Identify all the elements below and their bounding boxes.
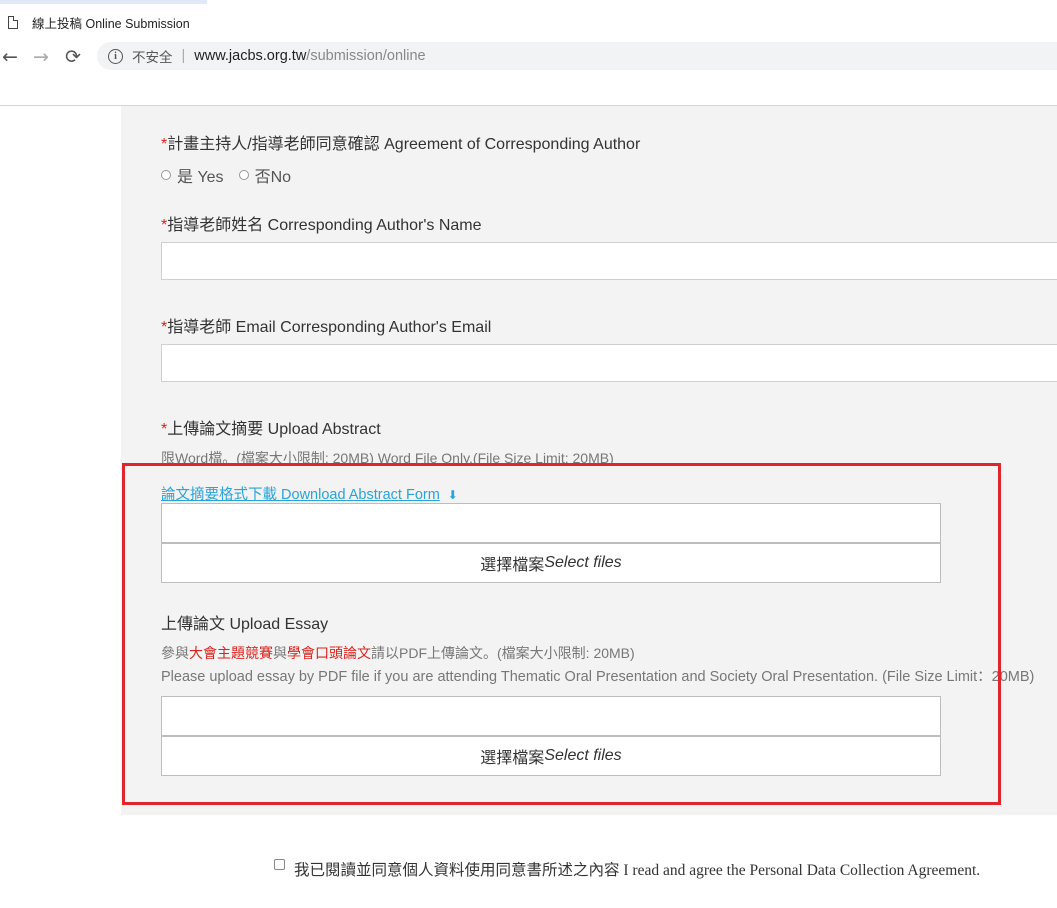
consent-row: 我已閱讀並同意個人資料使用同意書所述之內容 I read and agree t… <box>274 858 980 880</box>
radio-no-label: 否No <box>254 169 292 186</box>
url-path: /submission/online <box>306 48 426 64</box>
tab-title: 線上投稿 Online Submission <box>32 16 190 31</box>
consent-checkbox[interactable] <box>274 858 285 870</box>
radio-no[interactable]: 否No <box>238 163 292 187</box>
address-bar: ← → ⟳ i 不安全 | www.jacbs.org.tw/submissio… <box>0 42 1057 72</box>
author-email-label-text: 指導老師 Email Corresponding Author's Email <box>167 319 492 336</box>
document-icon <box>8 15 18 29</box>
url-separator: | <box>181 48 186 64</box>
back-icon[interactable]: ← <box>0 44 23 70</box>
author-email-label: *指導老師 Email Corresponding Author's Email <box>161 313 491 337</box>
security-label: 不安全 <box>132 50 173 65</box>
abstract-label: *上傳論文摘要 Upload Abstract <box>161 415 381 439</box>
radio-circle[interactable] <box>161 170 171 180</box>
agreement-radio-group: 是 Yes 否No <box>161 163 306 187</box>
tab-accent <box>0 0 207 4</box>
radio-yes[interactable]: 是 Yes <box>161 163 224 187</box>
consent-label: 我已閱讀並同意個人資料使用同意書所述之內容 I read and agree t… <box>294 862 981 879</box>
author-name-label-text: 指導老師姓名 Corresponding Author's Name <box>167 217 482 234</box>
radio-yes-label: 是 Yes <box>177 169 224 186</box>
abstract-label-text: 上傳論文摘要 Upload Abstract <box>167 421 381 438</box>
agreement-label: *計畫主持人/指導老師同意確認 Agreement of Correspondi… <box>161 130 640 154</box>
highlight-box <box>122 463 1001 805</box>
url-omnibox[interactable]: i 不安全 | www.jacbs.org.tw/submission/onli… <box>97 42 1057 70</box>
forward-icon[interactable]: → <box>28 44 54 70</box>
author-name-label: *指導老師姓名 Corresponding Author's Name <box>161 211 482 235</box>
browser-tab-bar: 線上投稿 Online Submission <box>0 0 1057 42</box>
browser-tab[interactable]: 線上投稿 Online Submission <box>8 12 190 32</box>
agreement-label-text: 計畫主持人/指導老師同意確認 Agreement of Correspondin… <box>167 136 641 153</box>
author-name-input[interactable] <box>161 242 1057 280</box>
url-host: www.jacbs.org.tw <box>194 48 307 64</box>
author-email-input[interactable] <box>161 344 1057 382</box>
info-icon[interactable]: i <box>108 48 123 64</box>
radio-circle[interactable] <box>238 170 249 180</box>
reload-icon[interactable]: ⟳ <box>60 44 86 70</box>
